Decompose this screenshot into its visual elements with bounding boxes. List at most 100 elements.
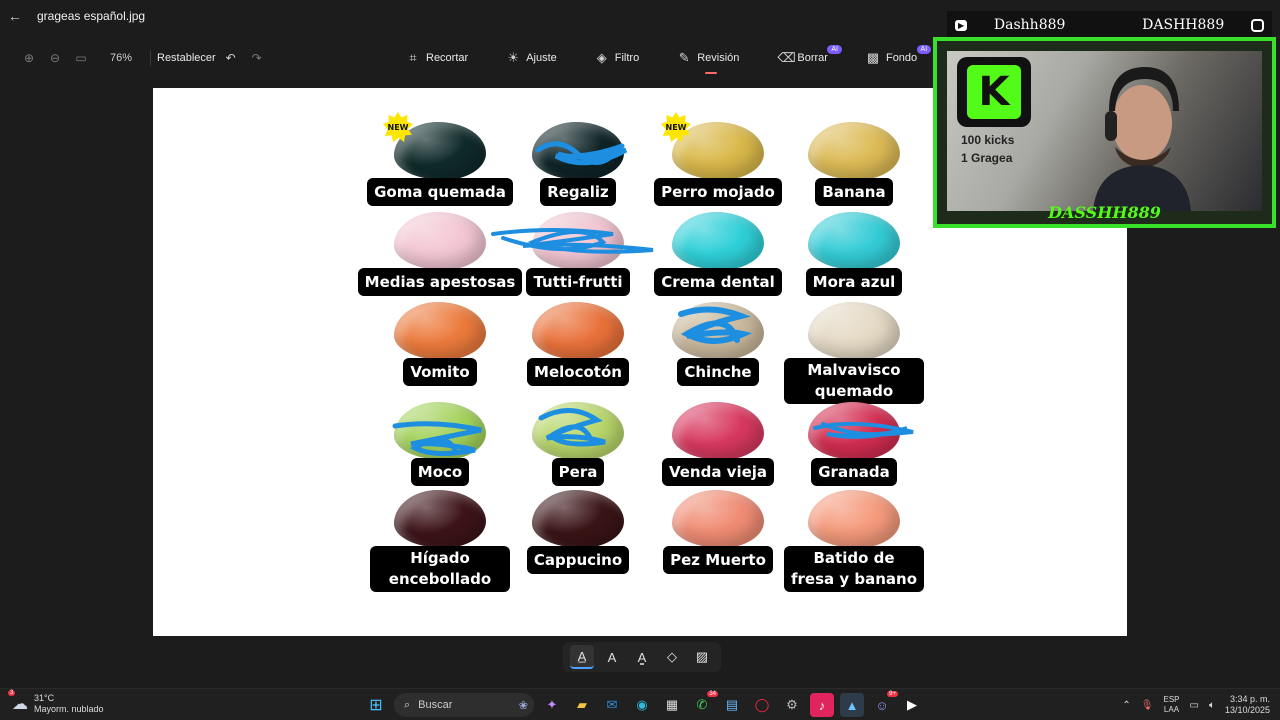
opera-icon[interactable]: ◯: [750, 693, 774, 717]
jellybean-image: [394, 302, 486, 360]
highlighter-tool-icon[interactable]: A̳: [630, 645, 654, 669]
jellybean-label: Hígado encebollado: [370, 546, 510, 592]
markup-toolbar: A̲ A A̳ ◇ ▨: [563, 642, 721, 672]
settings-icon[interactable]: ⚙: [780, 693, 804, 717]
bean-grid: NEW Goma quemada Regaliz NEW Perro mojado Ban…: [353, 112, 933, 636]
outlook-icon[interactable]: ✉: [600, 693, 624, 717]
jellybean-item: Granada: [769, 402, 939, 486]
background-icon: ▩: [866, 50, 880, 65]
jellybean-label: Granada: [811, 458, 897, 486]
kick-promo: 100 kicks 1 Gragea: [961, 131, 1014, 167]
search-highlight-icon: ❀: [518, 699, 528, 712]
edge-icon[interactable]: ◉: [630, 693, 654, 717]
jellybean-image: [808, 490, 900, 548]
zoom-in-icon[interactable]: ⊕: [18, 47, 40, 69]
network-icon[interactable]: ▭: [1190, 700, 1199, 711]
overlay-name: DASSHH889: [1048, 203, 1161, 222]
tool-label: Fondo: [885, 52, 918, 64]
notepad-icon[interactable]: ▤: [720, 693, 744, 717]
pen2-tool-icon[interactable]: A: [600, 645, 624, 669]
jellybean-image: [532, 122, 624, 180]
webcam-video: K 100 kicks 1 Gragea: [947, 51, 1262, 211]
store-icon[interactable]: ▦: [660, 693, 684, 717]
kick-line1: 100 kicks: [961, 133, 1015, 147]
jellybean-label: Pez Muerto: [663, 546, 773, 574]
window-title: grageas español.jpg: [37, 9, 146, 23]
clear-ink-icon[interactable]: ▨: [690, 645, 714, 669]
reset-button[interactable]: Restablecer: [150, 50, 216, 66]
time: 3:34 p. m.: [1229, 694, 1270, 704]
tool-label: Recortar: [426, 52, 469, 64]
search-box[interactable]: ⌕ Buscar ❀: [394, 693, 534, 717]
tool-ajuste-button[interactable]: ☀ Ajuste: [506, 40, 556, 76]
redo-icon[interactable]: ↷: [246, 47, 268, 69]
search-placeholder: Buscar: [418, 699, 453, 711]
undo-icon[interactable]: ↶: [220, 47, 242, 69]
cloud-icon: ☁ 3: [8, 690, 28, 713]
markup-icon: ✎: [678, 50, 690, 65]
pen-tool-icon[interactable]: A̲: [570, 645, 594, 669]
youtube-name: Dashh889: [993, 17, 1066, 33]
jellybean-label: Tutti-frutti: [526, 268, 630, 296]
jellybean-image: [808, 402, 900, 460]
photos-icon[interactable]: ▲: [840, 693, 864, 717]
ai-badge: AI: [827, 45, 842, 54]
weather-widget[interactable]: ☁ 3 31°C Mayorm. nublado: [8, 690, 104, 715]
jellybean-label: Regaliz: [540, 178, 616, 206]
copilot-icon[interactable]: ✦: [540, 693, 564, 717]
jellybean-image: [672, 402, 764, 460]
jellybean-label: Vomito: [403, 358, 477, 386]
file-explorer-icon[interactable]: ▰: [570, 693, 594, 717]
jellybean-label: Mora azul: [805, 268, 903, 296]
jellybean-image: [808, 302, 900, 360]
jellybean-label: Perro mojado: [654, 178, 782, 206]
language-indicator[interactable]: ESP LAA: [1163, 695, 1179, 715]
date: 13/10/2025: [1224, 705, 1270, 715]
kick-logo: K: [957, 57, 1031, 127]
jellybean-label: Moco: [410, 458, 470, 486]
jellybean-image: [532, 490, 624, 548]
discord-icon[interactable]: ☺ 9+: [870, 691, 898, 717]
tool-label: Revisión: [697, 52, 740, 64]
temperature: 31°C: [34, 693, 55, 703]
eraser-tool-icon[interactable]: ◇: [660, 645, 684, 669]
clock[interactable]: 3:34 p. m. 13/10/2025: [1225, 694, 1270, 716]
jellybean-label: Goma quemada: [367, 178, 513, 206]
media-player-icon[interactable]: ▶: [900, 693, 924, 717]
jellybean-image: [808, 122, 900, 180]
jellybean-image: [394, 490, 486, 548]
streamer-figure: [1093, 67, 1191, 211]
toolbar: ⊕ ⊖ ▭ 76% Restablecer ↶ ↷ ⌗ Recortar ☀ Ajus…: [0, 40, 935, 76]
tiktok-icon[interactable]: ♪: [810, 693, 834, 717]
back-arrow-icon[interactable]: ←: [0, 0, 30, 32]
jellybean-image: [532, 302, 624, 360]
tool-recortar-button[interactable]: ⌗ Recortar: [406, 40, 468, 76]
tool-fondo-button[interactable]: ▩ Fondo AI: [866, 40, 932, 76]
webcam-overlay: ▶ Dashh889 DASHH889 K 100 kicks 1 Gragea…: [933, 5, 1276, 228]
whatsapp-badge: 34: [707, 691, 718, 697]
jellybean-image: [394, 402, 486, 460]
lang-primary: ESP: [1163, 695, 1180, 704]
jellybean-image: [672, 490, 764, 548]
tool-filtro-button[interactable]: ◈ Filtro: [595, 40, 639, 76]
tool-revisin-button[interactable]: ✎ Revisión: [677, 40, 739, 76]
volume-icon[interactable]: 🔈︎: [1209, 700, 1215, 711]
weather-desc: Mayorm. nublado: [34, 704, 104, 714]
jellybean-label: Banana: [815, 178, 893, 206]
tool-borrar-button[interactable]: ⌫ Borrar AI: [777, 40, 842, 76]
kick-line2: 1 Gragea: [961, 151, 1013, 165]
system-tray: ⌃ 🎙︎ ESP LAA ▭ 🔈︎ 3:34 p. m. 13/10/2025: [1122, 692, 1270, 718]
microphone-icon[interactable]: 🎙︎: [1141, 700, 1154, 711]
jellybean-image: [532, 402, 624, 460]
youtube-icon: ▶: [955, 19, 968, 31]
filter-icon: ◈: [596, 50, 607, 65]
zoom-out-icon[interactable]: ⊖: [44, 47, 66, 69]
windows-start-icon[interactable]: ⊞: [364, 693, 388, 717]
chevron-up-icon[interactable]: ⌃: [1122, 700, 1130, 711]
jellybean-image: [394, 212, 486, 270]
brightness-icon: ☀: [507, 50, 520, 65]
whatsapp-icon[interactable]: ✆ 34: [690, 691, 718, 717]
zoom-level[interactable]: 76%: [110, 52, 140, 64]
jellybean-label: Cappucino: [526, 546, 630, 574]
fit-screen-icon[interactable]: ▭: [70, 47, 92, 69]
